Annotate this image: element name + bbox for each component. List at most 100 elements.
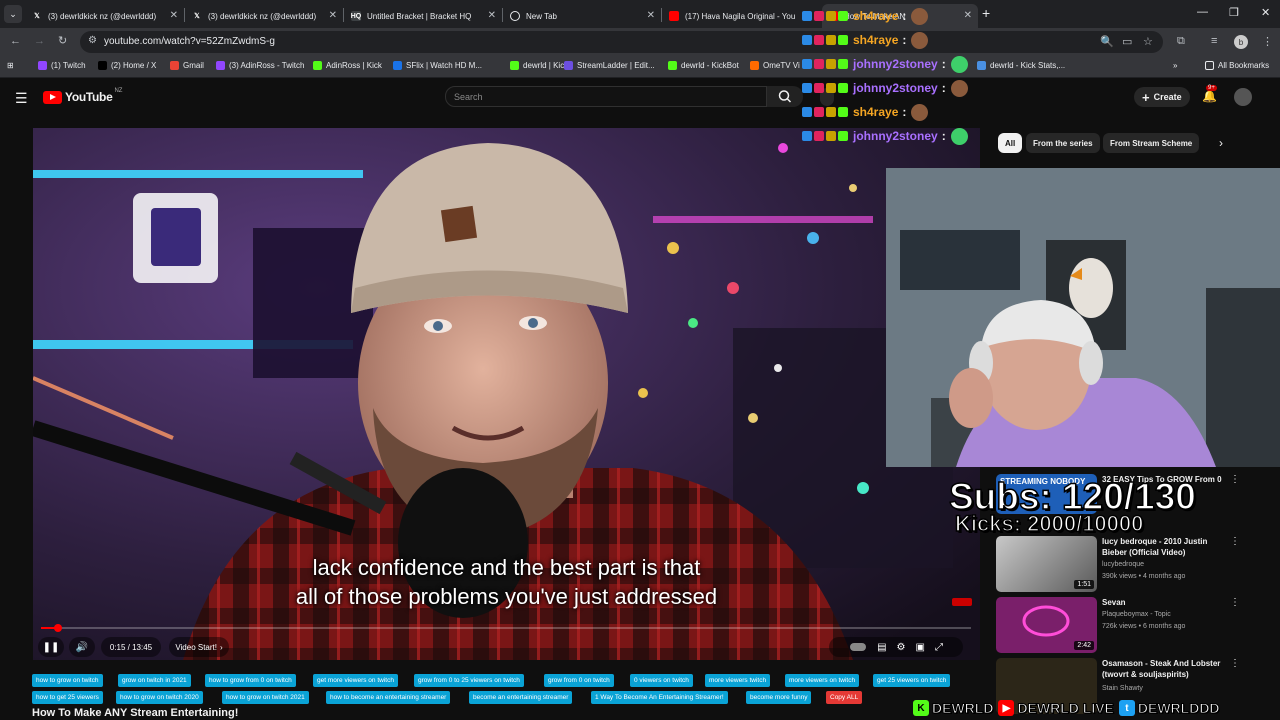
thumbnail[interactable]: 1:51 <box>996 536 1097 592</box>
menu-icon[interactable]: ⋮ <box>1262 35 1273 48</box>
close-icon[interactable]: ✕ <box>488 10 496 21</box>
chapter-button[interactable]: Video Start! › <box>169 637 229 657</box>
tag-chip[interactable]: grow from 0 to 25 viewers on twitch <box>414 674 524 687</box>
fullscreen-icon[interactable]: ⤢ <box>935 642 943 653</box>
all-bookmarks[interactable]: All Bookmarks <box>1205 61 1269 70</box>
back-icon[interactable]: ← <box>10 35 21 47</box>
maximize-button[interactable]: ❐ <box>1229 6 1239 19</box>
close-icon[interactable]: ✕ <box>647 10 655 21</box>
chevron-right-icon[interactable]: › <box>1219 136 1223 150</box>
bookmark-item[interactable]: (2) Home / X <box>98 61 156 70</box>
create-button[interactable]: + Create <box>1134 87 1190 107</box>
bookmark-item[interactable]: StreamLadder | Edit... <box>564 61 655 70</box>
youtube-logo[interactable]: YouTube NZ <box>43 88 122 104</box>
scrubber-handle[interactable] <box>53 624 62 632</box>
chip-from-series[interactable]: From the series <box>1026 133 1100 153</box>
miniplayer-icon[interactable]: ▣ <box>915 642 924 653</box>
video-title-link[interactable]: Sevan <box>1102 597 1227 608</box>
bookmark-star-icon[interactable]: ☆ <box>1143 35 1153 48</box>
tag-chip[interactable]: more viewers on twitch <box>785 674 860 687</box>
bookmark-item[interactable]: dewrld - Kick Stats,... <box>977 61 1065 70</box>
bookmark-item[interactable]: (3) AdinRoss - Twitch <box>216 61 304 70</box>
search-input[interactable] <box>454 89 754 104</box>
close-icon[interactable]: ✕ <box>329 10 337 21</box>
recommendation-item[interactable]: 2:42 Sevan Plaqueboymax - Topic 726k vie… <box>996 597 1246 653</box>
bookmark-item[interactable]: SFlix | Watch HD M... <box>393 61 482 70</box>
more-bookmarks-icon[interactable]: » <box>1173 61 1177 70</box>
browser-tab[interactable]: New Tab ✕ <box>504 4 661 28</box>
tab-search-button[interactable]: ⌄ <box>4 5 22 23</box>
bookmark-item[interactable]: dewrld - KickBot <box>668 61 739 70</box>
chat-badge-icon <box>802 83 812 93</box>
reload-icon[interactable]: ↻ <box>58 34 67 47</box>
extensions-icon[interactable]: ⧉ <box>1177 35 1185 48</box>
subtitles-icon[interactable]: ▤ <box>877 642 886 653</box>
tag-chip[interactable]: 1 Way To Become An Entertaining Streamer… <box>591 691 728 704</box>
mute-button[interactable]: 🔊 <box>69 637 95 657</box>
close-icon[interactable]: ✕ <box>170 10 178 21</box>
folder-icon <box>1205 61 1214 70</box>
zoom-icon[interactable]: 🔍 <box>1100 35 1114 48</box>
chip-stream-scheme[interactable]: From Stream Scheme <box>1103 133 1200 153</box>
minimize-button[interactable]: — <box>1197 6 1208 18</box>
more-options-icon[interactable]: ⋮ <box>1230 597 1240 608</box>
bookmark-item[interactable]: OmeTV Vi <box>750 61 800 70</box>
tag-chip[interactable]: get more viewers on twitch <box>313 674 398 687</box>
new-tab-button[interactable]: + <box>982 5 990 21</box>
url-text[interactable]: youtube.com/watch?v=52ZmZwdmS-g <box>104 36 275 47</box>
video-player[interactable]: lack confidence and the best part is tha… <box>33 128 980 660</box>
settings-gear-icon[interactable]: ⚙ <box>897 642 906 653</box>
browser-tab[interactable]: HQ Untitled Bracket | Bracket HQ ✕ <box>345 4 502 28</box>
pause-button[interactable]: ❚❚ <box>38 637 64 657</box>
site-info-icon[interactable]: ⚙ <box>88 35 97 46</box>
browser-tab[interactable]: 𝕏 (3) dewrldkick nz (@dewrlddd) ✕ <box>186 4 343 28</box>
channel-name[interactable]: Stain Shawty <box>1102 685 1143 692</box>
thumbnail[interactable]: 2:42 <box>996 597 1097 653</box>
channel-name[interactable]: Plaqueboymax - Topic <box>1102 611 1171 618</box>
cast-icon[interactable]: ▭ <box>1122 35 1132 48</box>
search-button[interactable] <box>767 86 803 107</box>
tag-chip[interactable]: how to grow on twitch 2021 <box>222 691 309 704</box>
bookmark-item[interactable]: Gmail <box>170 61 204 70</box>
more-options-icon[interactable]: ⋮ <box>1230 536 1240 547</box>
account-avatar[interactable] <box>1234 88 1252 106</box>
video-title-link[interactable]: lucy bedroque - 2010 Justin Bieber (Offi… <box>1102 536 1227 558</box>
more-options-icon[interactable]: ⋮ <box>1230 658 1240 669</box>
browser-tab[interactable]: 𝕏 (3) dewrldkick nz (@dewrlddd) ✕ <box>26 4 184 28</box>
tag-chip[interactable]: become an entertaining streamer <box>469 691 573 704</box>
forward-icon[interactable]: → <box>34 35 45 47</box>
tag-chip[interactable]: more viewers twitch <box>705 674 771 687</box>
notifications-bell-icon[interactable]: 🔔 <box>1202 89 1217 103</box>
bookmark-item[interactable]: (1) Twitch <box>38 61 86 70</box>
video-title-link[interactable]: Osamason - Steak And Lobster (twovrt & s… <box>1102 658 1227 680</box>
recommendation-item[interactable]: 1:51 lucy bedroque - 2010 Justin Bieber … <box>996 536 1246 592</box>
channel-name[interactable]: lucybedroque <box>1102 561 1144 568</box>
tab-title: Untitled Bracket | Bracket HQ <box>367 11 472 21</box>
browser-tab[interactable]: (17) Hava Nagila Original - You <box>663 4 820 28</box>
video-meta: 390k views • 4 months ago <box>1102 573 1186 580</box>
more-options-icon[interactable]: ⋮ <box>1230 474 1240 485</box>
tag-chip[interactable]: how to become an entertaining streamer <box>326 691 451 704</box>
tag-chip[interactable]: get 25 viewers on twitch <box>873 674 951 687</box>
tag-chip[interactable]: 0 viewers on twitch <box>630 674 693 687</box>
tag-chip[interactable]: how to grow on twitch 2020 <box>116 691 203 704</box>
address-bar[interactable]: ⚙ youtube.com/watch?v=52ZmZwdmS-g 🔍 ▭ ☆ <box>80 31 1163 53</box>
chip-all[interactable]: All <box>998 133 1023 153</box>
tag-chip[interactable]: grow on twitch in 2021 <box>118 674 191 687</box>
copy-all-button[interactable]: Copy ALL <box>826 691 863 704</box>
progress-bar[interactable] <box>41 624 971 632</box>
media-icon[interactable]: ≡ <box>1211 35 1217 47</box>
bookmark-item[interactable]: dewrld | Kick <box>510 61 568 70</box>
profile-avatar[interactable]: b <box>1234 35 1248 49</box>
close-icon[interactable]: ✕ <box>964 10 972 21</box>
apps-icon[interactable]: ⊞ <box>7 61 14 70</box>
tag-chip[interactable]: grow from 0 on twitch <box>544 674 614 687</box>
bookmark-item[interactable]: AdinRoss | Kick <box>313 61 382 70</box>
window-close-button[interactable]: ✕ <box>1261 6 1270 19</box>
hamburger-menu-icon[interactable]: ☰ <box>15 90 28 107</box>
tag-chip[interactable]: how to grow from 0 on twitch <box>205 674 296 687</box>
autoplay-toggle[interactable] <box>850 643 867 651</box>
tag-chip[interactable]: how to get 25 viewers <box>32 691 103 704</box>
tag-chip[interactable]: how to grow on twitch <box>32 674 103 687</box>
tag-chip[interactable]: become more funny <box>746 691 812 704</box>
